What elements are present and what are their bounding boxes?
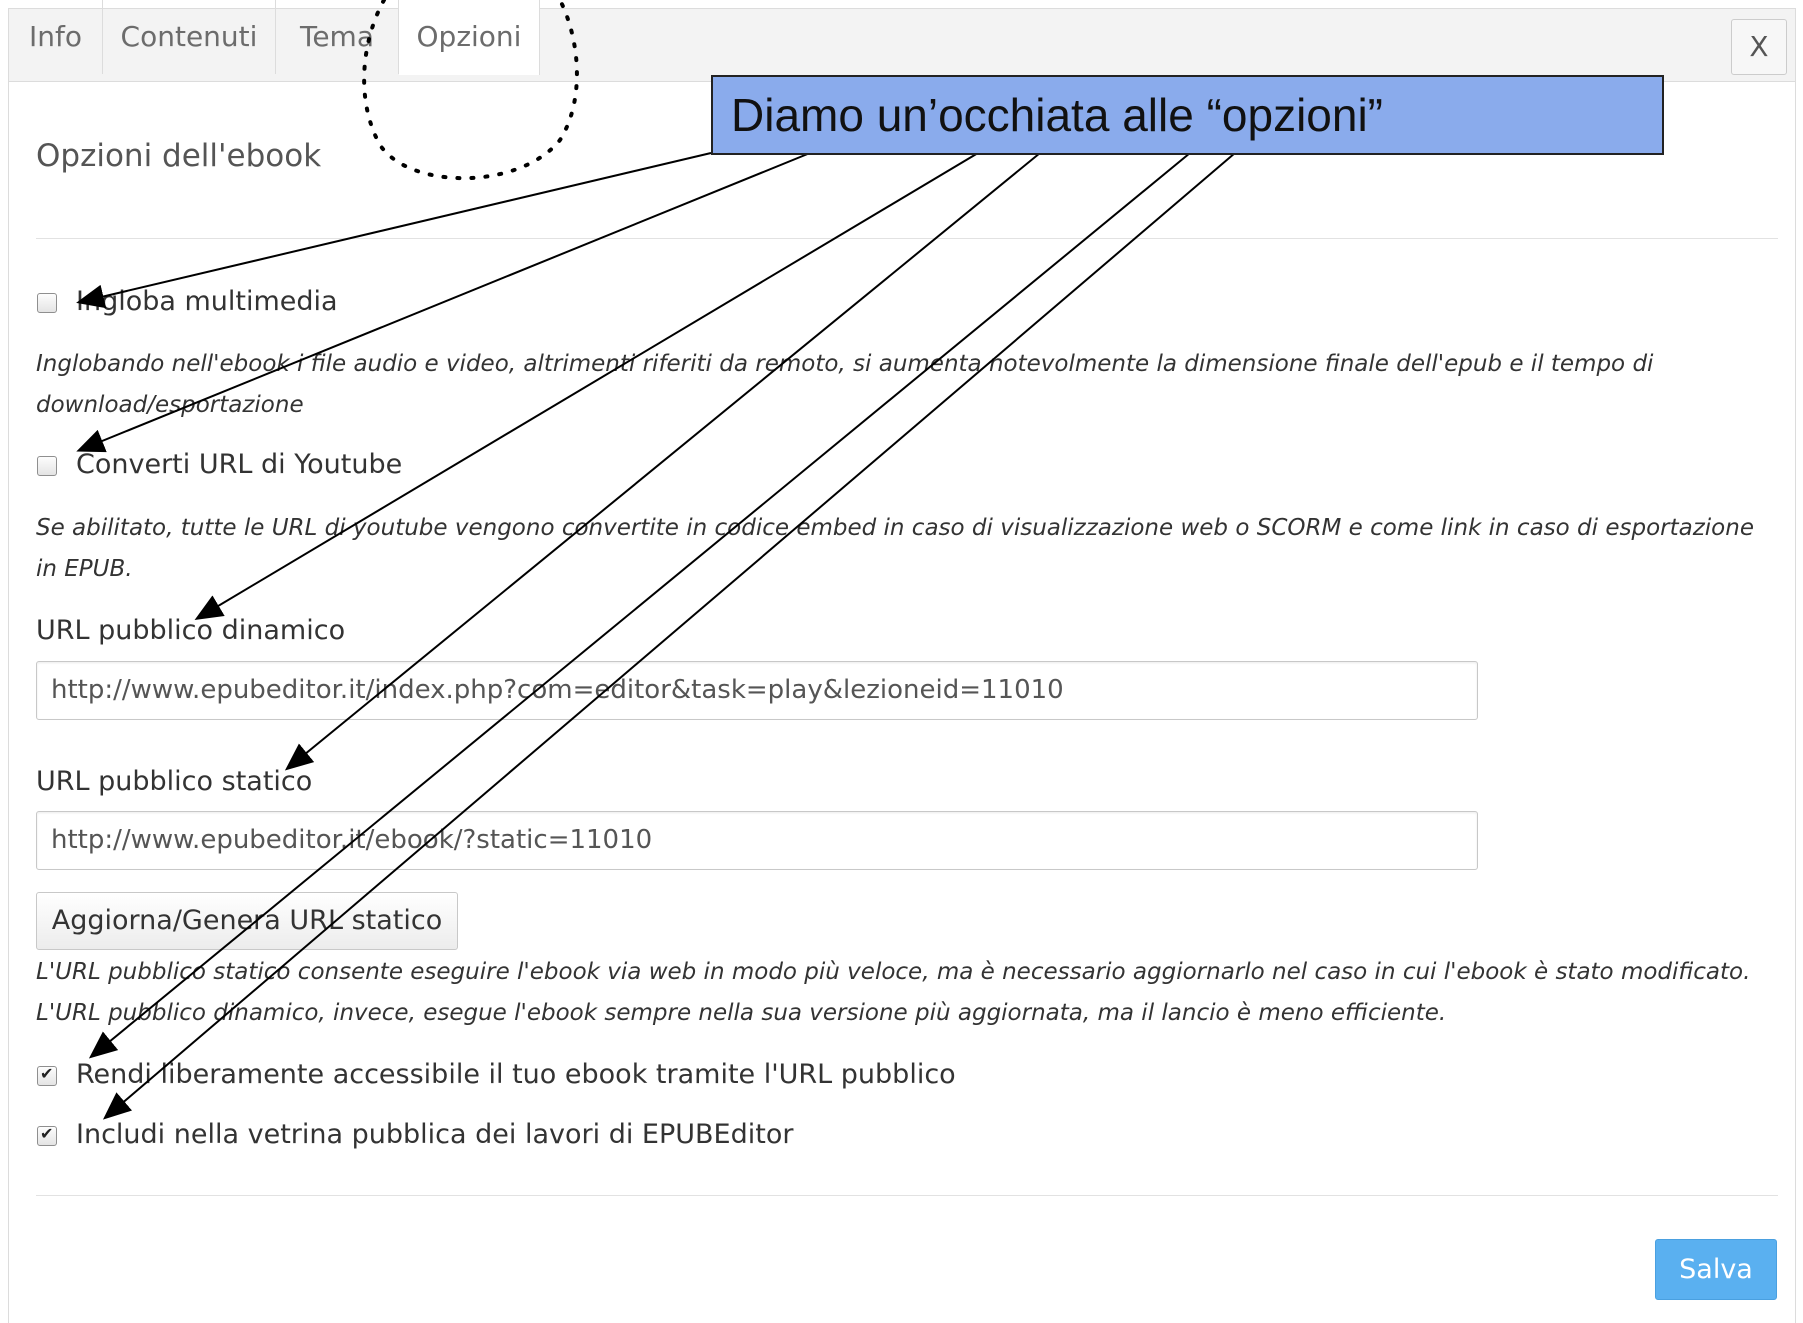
converti-youtube-help: Se abilitato, tutte le URL di youtube ve…: [36, 515, 1754, 582]
tab-opzioni[interactable]: Opzioni: [399, 0, 540, 75]
divider: [36, 1195, 1778, 1196]
vetrina-checkbox[interactable]: [37, 1124, 57, 1146]
url-statico-input[interactable]: http://www.epubeditor.it/ebook/?static=1…: [36, 811, 1478, 870]
accessibile-checkbox[interactable]: [37, 1064, 57, 1086]
divider: [36, 238, 1778, 239]
tab-info[interactable]: Info: [9, 0, 103, 74]
ingloba-multimedia-help: Inglobando nell'ebook i file audio e vid…: [36, 351, 1654, 418]
save-button[interactable]: Salva: [1655, 1239, 1777, 1300]
page-title: Opzioni dell'ebook: [36, 138, 322, 174]
url-dinamico-input[interactable]: http://www.epubeditor.it/index.php?com=e…: [36, 661, 1478, 720]
url-statico-help: L'URL pubblico statico consente eseguire…: [36, 959, 1751, 1026]
aggiorna-url-statico-button[interactable]: Aggiorna/Genera URL statico: [36, 892, 458, 950]
close-button[interactable]: X: [1731, 19, 1787, 75]
callout-box: Diamo un’occhiata alle “opzioni”: [711, 75, 1664, 155]
url-statico-label: URL pubblico statico: [36, 766, 313, 797]
ingloba-multimedia-checkbox[interactable]: [37, 293, 57, 313]
accessibile-label: Rendi liberamente accessibile il tuo ebo…: [76, 1059, 956, 1090]
url-dinamico-label: URL pubblico dinamico: [36, 615, 346, 646]
converti-youtube-checkbox[interactable]: [37, 456, 57, 476]
tab-contenuti[interactable]: Contenuti: [103, 0, 276, 74]
vetrina-label: Includi nella vetrina pubblica dei lavor…: [76, 1119, 794, 1150]
ingloba-multimedia-label: Ingloba multimedia: [76, 286, 338, 317]
tab-tema[interactable]: Tema: [276, 0, 399, 74]
converti-youtube-label: Converti URL di Youtube: [76, 449, 403, 480]
